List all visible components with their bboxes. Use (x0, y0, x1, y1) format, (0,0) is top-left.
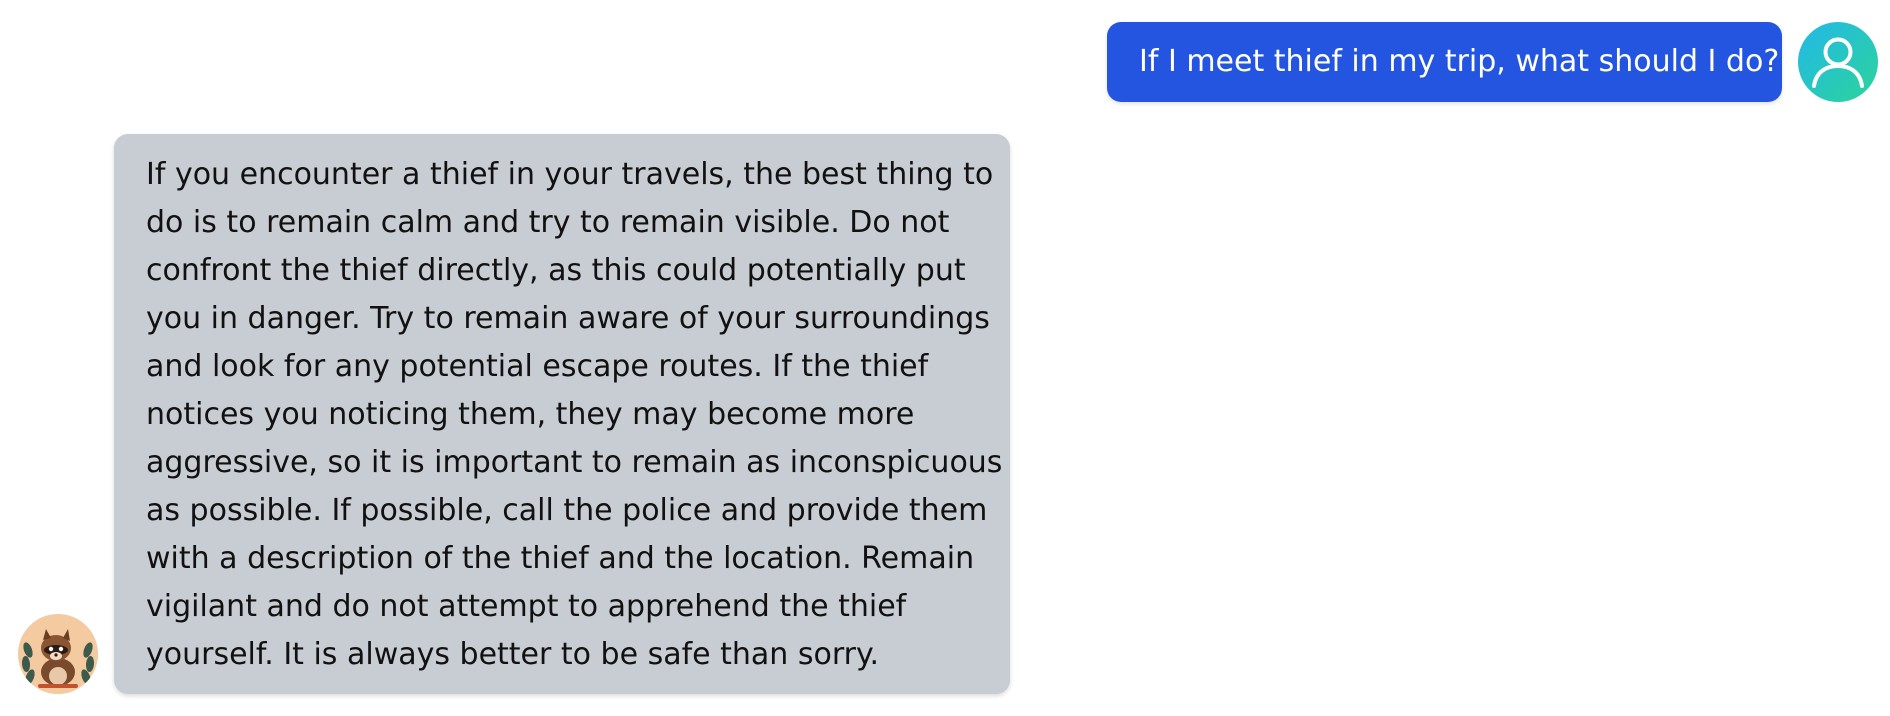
user-message-text: If I meet thief in my trip, what should … (1139, 44, 1780, 79)
assistant-message-line: aggressive, so it is important to remain… (146, 445, 1003, 480)
assistant-message-bubble: If you encounter a thief in your travels… (114, 134, 1010, 694)
assistant-avatar (18, 614, 98, 694)
assistant-message-line: do is to remain calm and try to remain v… (146, 205, 950, 240)
assistant-message-line: yourself. It is always better to be safe… (146, 637, 879, 672)
assistant-message-line: as possible. If possible, call the polic… (146, 493, 988, 528)
raccoon-mascot-icon (18, 614, 98, 694)
assistant-message-line: notices you noticing them, they may beco… (146, 397, 915, 432)
assistant-message-line: you in danger. Try to remain aware of yo… (146, 301, 990, 336)
assistant-message-line: and look for any potential escape routes… (146, 349, 929, 384)
assistant-message-line: confront the thief directly, as this cou… (146, 253, 966, 288)
assistant-message-line: vigilant and do not attempt to apprehend… (146, 589, 907, 624)
chat-container: If I meet thief in my trip, what should … (0, 0, 1890, 716)
assistant-message-line: If you encounter a thief in your travels… (146, 157, 994, 192)
assistant-message-line: with a description of the thief and the … (146, 541, 975, 576)
user-icon (1812, 37, 1864, 88)
user-avatar (1798, 22, 1878, 102)
user-message-bubble: If I meet thief in my trip, what should … (1107, 22, 1782, 102)
